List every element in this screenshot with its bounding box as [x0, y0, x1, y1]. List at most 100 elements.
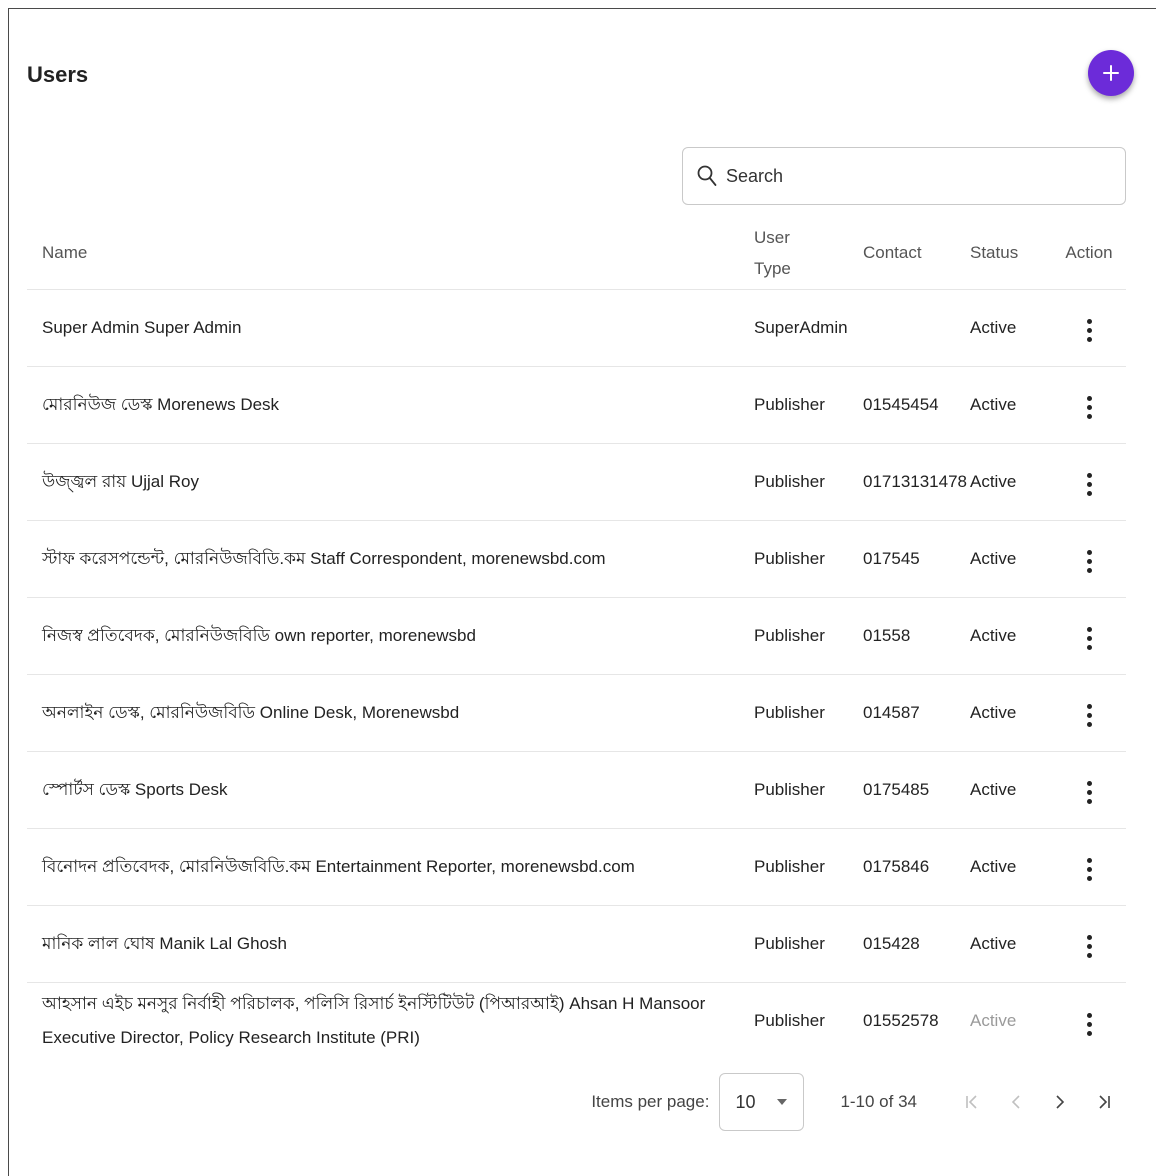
table-row[interactable]: আহসান এইচ মনসুর নির্বাহী পরিচালক, পলিসি … — [27, 982, 1126, 1059]
first-page-icon — [966, 1095, 977, 1109]
cell-status: Active — [970, 905, 1056, 983]
items-per-page-label: Items per page: — [591, 1092, 710, 1111]
cell-action — [1056, 289, 1126, 367]
user-name: Super Admin Super Admin — [42, 317, 242, 337]
cell-status: Active — [970, 520, 1056, 598]
cell-action — [1056, 828, 1126, 906]
last-page-icon — [1099, 1095, 1110, 1109]
cell-status: Active — [970, 1010, 1017, 1030]
table-row[interactable]: Super Admin Super Admin SuperAdmin Activ… — [27, 289, 1126, 367]
cell-status: Active — [970, 828, 1056, 906]
column-header-status[interactable]: Status — [970, 218, 1056, 290]
user-name: মানিক লাল ঘোষ Manik Lal Ghosh — [42, 933, 287, 953]
column-header-user-type-label: User Type — [754, 228, 791, 279]
kebab-menu-icon[interactable] — [1079, 778, 1099, 808]
cell-name: বিনোদন প্রতিবেদক, মোরনিউজবিডি.কম Enterta… — [27, 828, 754, 906]
cell-contact: 01552578 — [863, 1010, 939, 1030]
kebab-menu-icon[interactable] — [1079, 316, 1099, 346]
user-name: বিনোদন প্রতিবেদক, মোরনিউজবিডি.কম Enterta… — [42, 856, 635, 876]
table-row[interactable]: অনলাইন ডেস্ক, মোরনিউজবিডি Online Desk, M… — [27, 674, 1126, 752]
cell-name: আহসান এইচ মনসুর নির্বাহী পরিচালক, পলিসি … — [27, 982, 754, 1059]
cell-contact: 017545 — [863, 520, 970, 598]
kebab-menu-icon[interactable] — [1079, 393, 1099, 423]
chevron-left-icon — [1011, 1095, 1020, 1109]
table-row[interactable]: স্পোর্টস ডেস্ক Sports Desk Publisher 017… — [27, 751, 1126, 829]
table-row[interactable]: মোরনিউজ ডেস্ক Morenews Desk Publisher 01… — [27, 366, 1126, 444]
user-name: মোরনিউজ ডেস্ক Morenews Desk — [42, 394, 280, 414]
kebab-menu-icon[interactable] — [1079, 1009, 1099, 1039]
cell-contact: 015428 — [863, 905, 970, 983]
cell-user-type: Publisher — [754, 520, 863, 598]
cell-contact: 0175485 — [863, 751, 970, 829]
cell-action — [1056, 597, 1126, 675]
items-per-page-value: 10 — [735, 1091, 756, 1112]
cell-user-type: Publisher — [754, 366, 863, 444]
cell-user-type: SuperAdmin — [754, 289, 863, 367]
last-page-button[interactable] — [1082, 1080, 1126, 1124]
cell-action — [1056, 905, 1126, 983]
cell-user-type: Publisher — [754, 751, 863, 829]
table-row[interactable]: বিনোদন প্রতিবেদক, মোরনিউজবিডি.কম Enterta… — [27, 828, 1126, 906]
column-header-contact[interactable]: Contact — [863, 218, 970, 290]
cell-user-type: Publisher — [754, 443, 863, 521]
cell-name: স্পোর্টস ডেস্ক Sports Desk — [27, 751, 754, 829]
table-row[interactable]: নিজস্ব প্রতিবেদক, মোরনিউজবিডি own report… — [27, 597, 1126, 675]
column-header-name[interactable]: Name — [27, 218, 754, 290]
cell-name: Super Admin Super Admin — [27, 289, 754, 367]
kebab-menu-icon[interactable] — [1079, 470, 1099, 500]
cell-name: অনলাইন ডেস্ক, মোরনিউজবিডি Online Desk, M… — [27, 674, 754, 752]
plus-icon — [1103, 65, 1119, 81]
user-name: অনলাইন ডেস্ক, মোরনিউজবিডি Online Desk, M… — [42, 702, 460, 722]
cell-contact: 01545454 — [863, 366, 970, 444]
search-icon — [697, 165, 717, 187]
kebab-menu-icon[interactable] — [1079, 624, 1099, 654]
table-row[interactable]: মানিক লাল ঘোষ Manik Lal Ghosh Publisher … — [27, 905, 1126, 983]
column-header-action: Action — [1056, 218, 1126, 290]
table-row[interactable]: উজ্জ্বল রায় Ujjal Roy Publisher 0171313… — [27, 443, 1126, 521]
cell-contact: 01558 — [863, 597, 970, 675]
cell-action — [1056, 982, 1126, 1059]
cell-user-type: Publisher — [754, 597, 863, 675]
cell-name: স্টাফ করেসপন্ডেন্ট, মোরনিউজবিডি.কম Staff… — [27, 520, 754, 598]
user-name: স্টাফ করেসপন্ডেন্ট, মোরনিউজবিডি.কম Staff… — [42, 548, 606, 568]
cell-status: Active — [970, 366, 1056, 444]
cell-contact: 0175846 — [863, 828, 970, 906]
cell-name: মানিক লাল ঘোষ Manik Lal Ghosh — [27, 905, 754, 983]
cell-contact — [863, 289, 970, 367]
chevron-right-icon — [1056, 1095, 1065, 1109]
cell-name: নিজস্ব প্রতিবেদক, মোরনিউজবিডি own report… — [27, 597, 754, 675]
kebab-menu-icon[interactable] — [1079, 701, 1099, 731]
cell-action — [1056, 366, 1126, 444]
cell-action — [1056, 520, 1126, 598]
cell-status: Active — [970, 597, 1056, 675]
table-row[interactable]: স্টাফ করেসপন্ডেন্ট, মোরনিউজবিডি.কম Staff… — [27, 520, 1126, 598]
column-header-user-type[interactable]: User Type — [754, 218, 863, 290]
caret-down-icon — [777, 1099, 788, 1105]
user-name: স্পোর্টস ডেস্ক Sports Desk — [42, 779, 228, 799]
cell-user-type: Publisher — [754, 905, 863, 983]
cell-name: মোরনিউজ ডেস্ক Morenews Desk — [27, 366, 754, 444]
page-title: Users — [27, 62, 89, 87]
items-per-page-select[interactable]: 10 — [719, 1073, 805, 1131]
previous-page-button[interactable] — [994, 1080, 1038, 1124]
cell-status: Active — [970, 674, 1056, 752]
kebab-menu-icon[interactable] — [1079, 932, 1099, 962]
search-input[interactable] — [726, 165, 1086, 187]
cell-status: Active — [970, 289, 1056, 367]
kebab-menu-icon[interactable] — [1079, 855, 1099, 885]
cell-status: Active — [970, 751, 1056, 829]
range-label: 1-10 of 34 — [840, 1092, 917, 1111]
search-field[interactable] — [682, 147, 1126, 205]
cell-user-type: Publisher — [754, 828, 863, 906]
next-page-button[interactable] — [1038, 1080, 1082, 1124]
cell-action — [1056, 674, 1126, 752]
kebab-menu-icon[interactable] — [1079, 547, 1099, 577]
table-header-row: Name User Type Contact Status Action — [27, 218, 1126, 290]
first-page-button[interactable] — [950, 1080, 994, 1124]
cell-action — [1056, 443, 1126, 521]
cell-user-type: Publisher — [754, 1010, 825, 1030]
cell-action — [1056, 751, 1126, 829]
user-name: আহসান এইচ মনসুর নির্বাহী পরিচালক, পলিসি … — [42, 993, 706, 1047]
cell-user-type: Publisher — [754, 674, 863, 752]
add-user-button[interactable] — [1088, 50, 1134, 96]
